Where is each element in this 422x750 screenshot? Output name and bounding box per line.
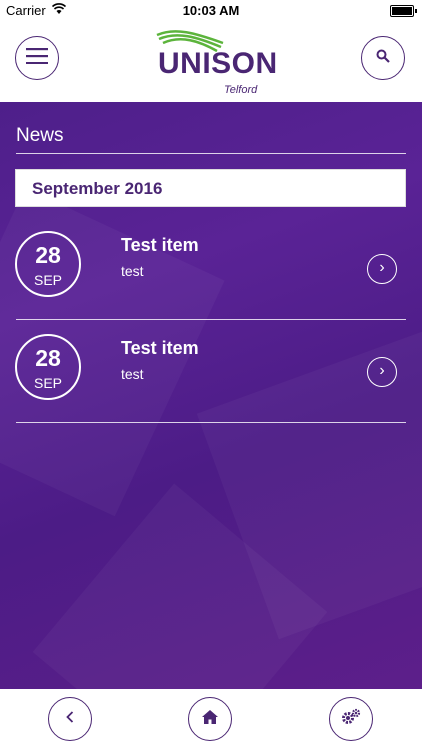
item-title: Test item: [121, 338, 199, 358]
bottom-toolbar: [0, 689, 422, 750]
status-bar: Carrier 10:03 AM: [0, 0, 422, 22]
date-month: SEP: [33, 375, 62, 391]
item-subtitle: test: [121, 366, 144, 382]
item-title: Test item: [121, 235, 199, 255]
chevron-right-icon: ›: [379, 259, 385, 276]
month-header: September 2016: [15, 169, 406, 207]
gears-icon: [341, 708, 361, 731]
list-item[interactable]: 28 SEP Test item test ›: [0, 217, 422, 320]
date-month: SEP: [33, 272, 62, 288]
month-label: September 2016: [32, 179, 163, 198]
open-item-button[interactable]: ›: [367, 254, 397, 284]
logo-wordmark: UNISON: [158, 47, 278, 80]
hamburger-menu-icon: [26, 47, 48, 69]
search-icon: [376, 49, 390, 68]
search-button[interactable]: [361, 36, 405, 80]
logo-subtitle: Telford: [224, 84, 258, 96]
unison-logo: UNISON Telford: [150, 27, 277, 97]
app-header: UNISON Telford: [0, 22, 422, 102]
page-title: News: [16, 125, 64, 146]
clock: 10:03 AM: [182, 3, 240, 18]
chevron-left-icon: [66, 710, 74, 728]
date-day: 28: [35, 345, 61, 371]
open-item-button[interactable]: ›: [367, 357, 397, 387]
date-badge: 28 SEP: [15, 231, 81, 297]
menu-button[interactable]: [15, 36, 59, 80]
news-content: News September 2016 28 SEP Test item tes…: [0, 102, 422, 689]
settings-button[interactable]: [329, 697, 373, 741]
battery-icon: [390, 5, 417, 17]
back-button[interactable]: [48, 697, 92, 741]
divider: [16, 153, 406, 154]
home-icon: [201, 709, 219, 730]
divider: [16, 422, 406, 423]
date-badge: 28 SEP: [15, 334, 81, 400]
chevron-right-icon: ›: [379, 362, 385, 379]
item-subtitle: test: [121, 263, 144, 279]
home-button[interactable]: [188, 697, 232, 741]
date-day: 28: [35, 242, 61, 268]
list-item[interactable]: 28 SEP Test item test ›: [0, 320, 422, 423]
